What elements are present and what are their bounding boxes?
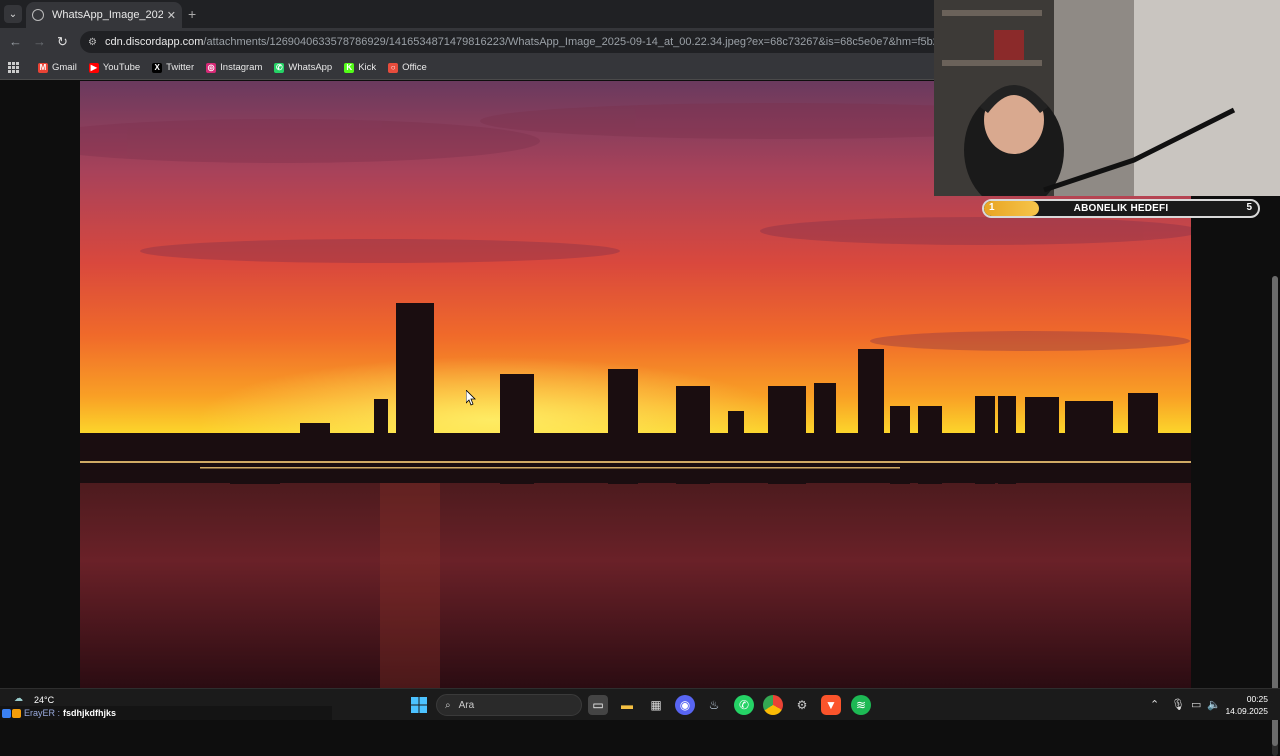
search-icon: ⌕ — [445, 699, 451, 711]
spotify-icon[interactable]: ≋ — [851, 695, 871, 715]
bookmark-kick[interactable]: K Kick — [344, 62, 376, 73]
bookmark-label: Gmail — [52, 62, 77, 73]
vertical-scrollbar[interactable] — [1272, 276, 1278, 756]
tab-search-icon[interactable]: ⌄ — [4, 5, 22, 23]
clock-date: 14.09.2025 — [1225, 706, 1268, 716]
microphone-icon[interactable]: 🎙 — [1171, 698, 1185, 711]
chevron-up-icon[interactable]: ⌃ — [1150, 698, 1159, 711]
taskbar-search-box[interactable]: ⌕ Ara — [436, 694, 582, 716]
weather-widget[interactable]: ☁ 24°C — [14, 693, 54, 705]
chat-badge-icon — [12, 708, 21, 718]
reload-icon[interactable]: ↻ — [57, 34, 68, 50]
back-icon[interactable]: ← — [9, 34, 22, 49]
chat-badge-icon — [2, 708, 11, 718]
windows-start-icon[interactable] — [409, 695, 429, 715]
whatsapp-icon: ✆ — [274, 62, 285, 73]
globe-icon — [32, 9, 44, 21]
bookmark-twitter[interactable]: X Twitter — [152, 62, 194, 73]
chat-message: fsdhjkdfhjks — [63, 708, 117, 718]
volume-icon[interactable]: 🔈 — [1207, 698, 1221, 711]
youtube-icon: ▶ — [88, 62, 99, 73]
subscription-goal-bar: 1 ABONELIK HEDEFI 5 — [982, 199, 1260, 218]
mouse-cursor-icon — [466, 390, 476, 406]
bookmark-label: Kick — [358, 62, 377, 73]
office-icon: ○ — [388, 62, 399, 73]
chat-username: ErayER : — [24, 708, 61, 718]
bookmark-label: YouTube — [102, 62, 141, 73]
bookmark-instagram[interactable]: ◎ Instagram — [206, 62, 262, 73]
system-clock[interactable]: 00:25 14.09.2025 — [1225, 693, 1268, 717]
bookmark-label: Office — [402, 62, 427, 73]
windows-taskbar: ☁ 24°C ErayER : fsdhjkdfhjks ⌕ Ara ▭ ▬ ▦… — [0, 688, 1280, 720]
close-tab-icon[interactable]: ✕ — [167, 9, 176, 22]
chrome-icon[interactable] — [763, 695, 783, 715]
bookmark-label: Instagram — [220, 62, 263, 73]
webcam-overlay — [934, 0, 1280, 196]
address-bar[interactable]: ⚙ cdn.discordapp.com /attachments/126904… — [80, 31, 960, 53]
goal-target: 5 — [1246, 202, 1252, 213]
chat-overlay-line: ErayER : fsdhjkdfhjks — [0, 706, 332, 720]
goal-label: ABONELIK HEDEFI — [1073, 203, 1169, 214]
whatsapp-taskbar-icon[interactable]: ✆ — [734, 695, 754, 715]
tab-title: WhatsApp_Image_2025-09-14... — [52, 9, 163, 21]
scrollbar-thumb[interactable] — [1272, 276, 1278, 746]
gmail-icon: M — [38, 62, 48, 73]
search-placeholder: Ara — [458, 699, 475, 711]
site-info-icon[interactable]: ⚙ — [88, 37, 97, 48]
brave-browser-icon[interactable]: ▼ — [821, 695, 841, 715]
bookmark-label: Twitter — [166, 62, 195, 73]
url-domain: cdn.discordapp.com — [104, 36, 204, 48]
settings-gear-icon[interactable]: ⚙ — [792, 695, 812, 715]
cloud-rain-icon: ☁ — [14, 693, 23, 703]
microsoft-store-icon[interactable]: ▦ — [646, 695, 666, 715]
url-path: /attachments/1269040633578786929/1416534… — [203, 36, 960, 48]
kick-icon: K — [344, 62, 355, 73]
task-view-icon[interactable]: ▭ — [588, 695, 608, 715]
bookmark-youtube[interactable]: ▶ YouTube — [88, 62, 141, 73]
weather-temp: 24°C — [34, 695, 55, 705]
display-icon[interactable]: ▭ — [1191, 698, 1201, 711]
bookmark-gmail[interactable]: M Gmail — [38, 62, 77, 73]
forward-icon[interactable]: → — [33, 34, 46, 49]
browser-tab[interactable]: WhatsApp_Image_2025-09-14... ✕ — [26, 2, 182, 28]
x-twitter-icon: X — [152, 62, 163, 73]
file-explorer-icon[interactable]: ▬ — [617, 695, 637, 715]
steam-icon[interactable]: ♨ — [704, 695, 724, 715]
discord-icon[interactable]: ◉ — [675, 695, 695, 715]
apps-grid-icon[interactable] — [8, 61, 20, 74]
bookmark-label: WhatsApp — [288, 62, 333, 73]
instagram-icon: ◎ — [206, 62, 217, 73]
clock-time: 00:25 — [1246, 694, 1268, 704]
bookmark-whatsapp[interactable]: ✆ WhatsApp — [274, 62, 332, 73]
bookmark-office[interactable]: ○ Office — [388, 62, 427, 73]
new-tab-icon[interactable]: + — [188, 6, 196, 22]
